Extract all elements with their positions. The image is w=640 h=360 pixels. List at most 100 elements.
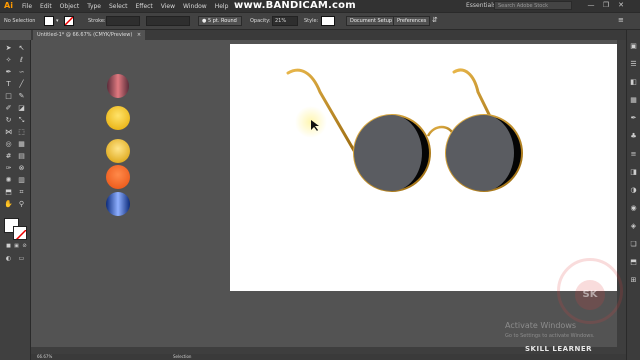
line-tool-icon[interactable]: ╱ <box>17 80 26 89</box>
blue-gradient-swatch[interactable] <box>106 192 130 216</box>
pen-tool-icon[interactable]: ✒ <box>4 68 13 77</box>
perspective-grid-icon[interactable]: ▦ <box>17 140 26 149</box>
mesh-tool-icon[interactable]: # <box>4 152 13 161</box>
current-tool-status: Selection <box>173 354 192 359</box>
style-swatch[interactable] <box>321 16 335 26</box>
color-panel-icon[interactable]: ◧ <box>629 78 638 87</box>
layers-icon[interactable]: ❏ <box>629 240 638 249</box>
workspace-switcher[interactable]: Essentials <box>466 2 496 9</box>
width-tool-icon[interactable]: ⋈ <box>4 128 13 137</box>
eyedropper-icon[interactable]: ✑ <box>4 164 13 173</box>
selection-status: No Selection <box>4 18 36 24</box>
gradient-tool-icon[interactable]: ▤ <box>17 152 26 161</box>
direct-selection-tool-icon[interactable]: ↖ <box>17 44 26 53</box>
none-mode-icon[interactable]: ⊘ <box>20 242 29 251</box>
gold-radial-swatch-2[interactable] <box>106 139 130 163</box>
variable-width-field[interactable] <box>146 16 190 26</box>
control-bar: No Selection ▾ Stroke: ● 5 pt. Round Opa… <box>0 12 640 30</box>
properties-icon[interactable]: ▣ <box>629 42 638 51</box>
menu-edit[interactable]: Edit <box>40 3 52 10</box>
zoom-tool-icon[interactable]: ⚲ <box>17 200 26 209</box>
stock-search-input[interactable]: Search Adobe Stock <box>494 1 572 10</box>
no-stroke-icon <box>64 16 74 26</box>
stroke-weight-field[interactable] <box>106 16 140 26</box>
gradient-panel-icon[interactable]: ◨ <box>629 168 638 177</box>
stroke-label: Stroke: <box>88 18 106 24</box>
menu-effect[interactable]: Effect <box>136 3 153 10</box>
hand-tool-icon[interactable]: ✋ <box>4 200 13 209</box>
align-icon[interactable]: ⊞ <box>629 276 638 285</box>
style-label: Style: <box>304 18 319 24</box>
document-setup-button[interactable]: Document Setup <box>346 16 397 26</box>
menu-select[interactable]: Select <box>109 3 128 10</box>
stroke-color-box[interactable] <box>13 226 27 240</box>
menu-type[interactable]: Type <box>87 3 101 10</box>
rectangle-tool-icon[interactable]: □ <box>4 92 13 101</box>
stroke-panel-icon[interactable]: ≡ <box>629 150 638 159</box>
gold-radial-swatch[interactable] <box>106 106 130 130</box>
brush-label: 5 pt. Round <box>207 18 237 24</box>
free-transform-icon[interactable]: ⬚ <box>17 128 26 137</box>
slice-tool-icon[interactable]: ⌗ <box>17 188 26 197</box>
panel-dock: ▣ ☰ ◧ ▦ ✒ ♣ ≡ ◨ ◑ ◉ ◈ ❏ ⬒ ⊞ <box>626 30 640 360</box>
artboards-icon[interactable]: ⬒ <box>629 258 638 267</box>
panel-menu-icon[interactable]: ≡ <box>618 16 624 24</box>
rotate-tool-icon[interactable]: ↻ <box>4 116 13 125</box>
bandicam-watermark: www.BANDICAM.com <box>234 0 356 11</box>
symbol-sprayer-icon[interactable]: ✺ <box>4 176 13 185</box>
magic-wand-icon[interactable]: ✧ <box>4 56 13 65</box>
artboard[interactable] <box>230 44 617 291</box>
document-tab-bar: Untitled-1* @ 66.67% (CMYK/Preview) × <box>31 30 626 40</box>
brushes-icon[interactable]: ✒ <box>629 114 638 123</box>
right-lens[interactable] <box>445 114 523 192</box>
menu-file[interactable]: File <box>22 3 32 10</box>
paintbrush-icon[interactable]: ✎ <box>17 92 26 101</box>
menu-window[interactable]: Window <box>183 3 207 10</box>
stroke-swatch[interactable] <box>64 16 74 26</box>
type-tool-icon[interactable]: T <box>4 80 13 89</box>
minimize-button[interactable]: — <box>584 1 598 10</box>
draw-mode-icon[interactable]: ◐ <box>4 254 13 263</box>
screen-mode-icon[interactable]: ▭ <box>17 254 26 263</box>
menu-help[interactable]: Help <box>215 3 229 10</box>
transparency-icon[interactable]: ◑ <box>629 186 638 195</box>
fill-swatch[interactable] <box>44 16 54 26</box>
menu-view[interactable]: View <box>161 3 175 10</box>
artboard-tool-icon[interactable]: ⬒ <box>4 188 13 197</box>
rose-gradient-swatch[interactable] <box>107 74 129 98</box>
maximize-button[interactable]: ❐ <box>599 1 613 10</box>
swatches-icon[interactable]: ▦ <box>629 96 638 105</box>
symbols-icon[interactable]: ♣ <box>629 132 638 141</box>
orange-radial-swatch[interactable] <box>106 165 130 189</box>
skill-learner-logo: SK <box>575 280 605 310</box>
chevron-down-icon[interactable]: ▾ <box>56 18 59 24</box>
brush-definition-dropdown[interactable]: ● 5 pt. Round <box>198 16 242 26</box>
graph-tool-icon[interactable]: ▥ <box>17 176 26 185</box>
menu-object[interactable]: Object <box>60 3 80 10</box>
close-button[interactable]: ✕ <box>614 1 628 10</box>
left-lens[interactable] <box>353 114 431 192</box>
blend-tool-icon[interactable]: ⊗ <box>17 164 26 173</box>
opacity-field[interactable]: 21% <box>272 16 298 26</box>
document-tab[interactable]: Untitled-1* @ 66.67% (CMYK/Preview) × <box>33 30 146 40</box>
illustrator-logo: Ai <box>4 1 13 10</box>
tab-close-icon[interactable]: × <box>137 32 141 38</box>
zoom-level[interactable]: 66.67% <box>37 354 52 360</box>
menu-bar: Ai File Edit Object Type Select Effect V… <box>0 0 640 12</box>
eraser-icon[interactable]: ◪ <box>17 104 26 113</box>
scale-tool-icon[interactable]: ⤡ <box>17 116 26 125</box>
tools-panel: ➤ ↖ ✧ ℓ ✒ ∽ T ╱ □ ✎ ✐ ◪ ↻ ⤡ ⋈ ⬚ ◎ ▦ # ▤ … <box>0 40 31 360</box>
activate-windows-subtitle: Go to Settings to activate Windows. <box>505 333 595 339</box>
shape-builder-icon[interactable]: ◎ <box>4 140 13 149</box>
appearance-icon[interactable]: ◉ <box>629 204 638 213</box>
none-stroke-icon <box>15 229 26 239</box>
shaper-tool-icon[interactable]: ✐ <box>4 104 13 113</box>
curvature-tool-icon[interactable]: ∽ <box>17 68 26 77</box>
preferences-button[interactable]: Preferences <box>393 16 431 26</box>
lasso-icon[interactable]: ℓ <box>17 56 26 65</box>
arrange-icon[interactable]: ⇵ <box>432 16 438 24</box>
main-menu: File Edit Object Type Select Effect View… <box>22 3 236 10</box>
libraries-icon[interactable]: ☰ <box>629 60 638 69</box>
selection-tool-icon[interactable]: ➤ <box>4 44 13 53</box>
graphic-styles-icon[interactable]: ◈ <box>629 222 638 231</box>
